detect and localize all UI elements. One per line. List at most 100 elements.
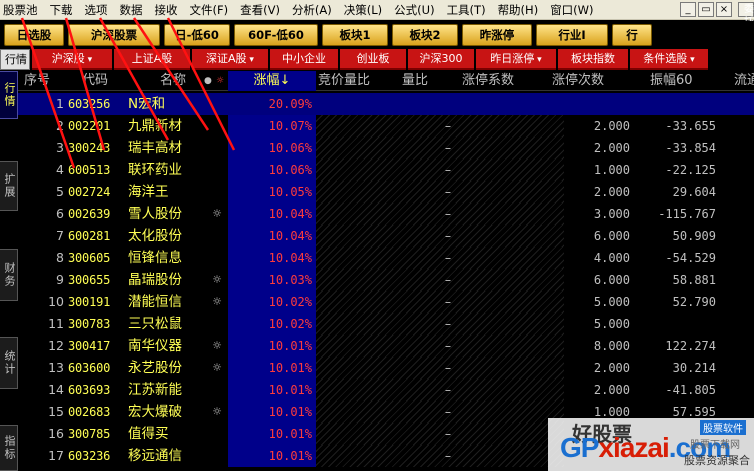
row-limit-times: 3.000 <box>593 207 630 221</box>
col-header-amp60[interactable]: 振幅60 <box>650 71 710 91</box>
toolbar-sector2-button[interactable]: 板块2 <box>392 23 458 46</box>
side-tab-stats[interactable]: 统计 <box>0 337 18 389</box>
row-name: 九鼎新材 <box>128 118 182 134</box>
toolbar-sector1-button[interactable]: 板块1 <box>322 23 388 46</box>
menu-download[interactable]: 下载 <box>44 0 79 20</box>
menu-tools[interactable]: 工具(T) <box>441 0 492 20</box>
tab-quotes[interactable]: 行情 <box>0 49 30 70</box>
table-row[interactable]: 3 300243 瑞丰高材 10.06% – 2.000 -33.854 <box>18 137 754 159</box>
tab-sector-index[interactable]: 板块指数 <box>558 49 628 70</box>
side-tab-quotes[interactable]: 行情 <box>0 71 18 119</box>
row-pct-change: 20.09% <box>268 97 312 111</box>
row-mark-icon <box>210 225 224 247</box>
menu-formula[interactable]: 公式(U) <box>388 0 440 20</box>
table-row[interactable]: 2 002201 九鼎新材 10.07% – 2.000 -33.655 <box>18 115 754 137</box>
row-vol-ratio: – <box>444 184 452 199</box>
toolbar-daily-select-button[interactable]: 日选股 <box>4 23 64 46</box>
menu-receive[interactable]: 接收 <box>149 0 184 20</box>
col-header-float[interactable]: 流通 <box>734 71 754 91</box>
market-tabs: 行情 沪深股 上证A股 深证A股 中小企业 创业板 沪深300 昨日涨停 板块指… <box>0 49 754 70</box>
menu-data[interactable]: 数据 <box>114 0 149 20</box>
table-row[interactable]: 4 600513 联环药业 10.06% – 1.000 -22.125 <box>18 159 754 181</box>
row-code: 603236 <box>68 449 111 463</box>
row-code: 002724 <box>68 185 111 199</box>
row-code: 002683 <box>68 405 111 419</box>
side-tab-finance[interactable]: 财务 <box>0 249 18 301</box>
row-vol-ratio: – <box>444 382 452 397</box>
tab-condition-select[interactable]: 条件选股 <box>630 49 708 70</box>
row-index: 2 <box>56 118 64 133</box>
toolbar-more-button[interactable]: 行 <box>612 23 652 46</box>
row-index: 10 <box>48 294 64 309</box>
row-mark-icon <box>210 313 224 335</box>
menu-analysis[interactable]: 分析(A) <box>286 0 338 20</box>
table-row[interactable]: 11 300783 三只松鼠 10.02% – 5.000 <box>18 313 754 335</box>
col-header-index[interactable]: 序号 <box>24 71 64 91</box>
row-pct-change: 10.04% <box>228 203 316 225</box>
minimize-icon[interactable]: _ <box>680 2 696 17</box>
row-name: 三只松鼠 <box>128 316 182 332</box>
close-icon[interactable]: × <box>716 2 732 17</box>
col-header-limit-times[interactable]: 涨停次数 <box>552 71 626 91</box>
col-header-pct-change[interactable]: 涨幅↓ <box>228 71 316 91</box>
row-code: 603693 <box>68 383 111 397</box>
toolbar-prev-limit-up-button[interactable]: 昨涨停 <box>462 23 532 46</box>
row-vol-ratio: – <box>444 140 452 155</box>
tab-sz-a[interactable]: 深证A股 <box>192 49 268 70</box>
table-row[interactable]: 7 600281 太化股份 10.04% – 6.000 50.909 <box>18 225 754 247</box>
row-name: 恒锋信息 <box>128 250 182 266</box>
tab-hs300[interactable]: 沪深300 <box>408 49 474 70</box>
table-row[interactable]: 10 300191 潜能恒信 ☼ 10.02% – 5.000 52.790 <box>18 291 754 313</box>
restore-icon[interactable]: ▭ <box>698 2 714 17</box>
table-row[interactable]: 8 300605 恒锋信息 10.04% – 4.000 -54.529 <box>18 247 754 269</box>
table-row[interactable]: 5 002724 海洋王 10.05% – 2.000 29.604 <box>18 181 754 203</box>
row-index: 16 <box>48 426 64 441</box>
row-pct-change: 10.05% <box>228 181 316 203</box>
menu-options[interactable]: 选项 <box>79 0 114 20</box>
menu-stock-pool[interactable]: 股票池 <box>0 0 44 20</box>
col-header-bid-ratio[interactable]: 竞价量比 <box>318 71 388 91</box>
tab-sme[interactable]: 中小企业 <box>270 49 338 70</box>
watermark-tag: 股票软件 <box>700 420 746 435</box>
table-row[interactable]: 12 300417 南华仪器 ☼ 10.01% – 8.000 122.274 <box>18 335 754 357</box>
side-tab-indicators[interactable]: 指标 <box>0 425 18 471</box>
watermark-sub1: 股票下载网 <box>690 440 740 451</box>
menu-decision[interactable]: 决策(L) <box>338 0 388 20</box>
menu-view[interactable]: 查看(V) <box>234 0 286 20</box>
row-mark-icon <box>210 181 224 203</box>
tab-chinext[interactable]: 创业板 <box>340 49 406 70</box>
trade-button[interactable]: 委托 <box>738 2 754 28</box>
table-row[interactable]: 13 603600 永艺股份 ☼ 10.01% – 2.000 30.214 <box>18 357 754 379</box>
table-row[interactable]: 14 603693 江苏新能 10.01% – 2.000 -41.805 <box>18 379 754 401</box>
row-vol-ratio: – <box>444 448 452 463</box>
col-header-vol-ratio[interactable]: 量比 <box>402 71 442 91</box>
toolbar-hs-stocks-button[interactable]: 沪深股票 <box>68 23 160 46</box>
col-header-code[interactable]: 代码 <box>82 71 132 91</box>
row-limit-times: 2.000 <box>593 119 630 133</box>
row-amp60: -33.854 <box>665 141 716 155</box>
tab-sh-a[interactable]: 上证A股 <box>114 49 190 70</box>
col-header-limit-coef[interactable]: 涨停系数 <box>462 71 534 91</box>
tab-prev-limit-up[interactable]: 昨日涨停 <box>476 49 556 70</box>
table-row[interactable]: 9 300655 晶瑞股份 ☼ 10.03% – 6.000 58.881 <box>18 269 754 291</box>
row-mark-icon <box>210 93 224 115</box>
menu-file[interactable]: 文件(F) <box>184 0 235 20</box>
mark-icon: ☼ <box>216 76 225 86</box>
table-row[interactable]: 6 002639 雪人股份 ☼ 10.04% – 3.000 -115.767 <box>18 203 754 225</box>
watermark-logo: 好股票 GPxiazai.com 股票软件 股票下载网 股票资源聚合 <box>548 418 754 471</box>
table-row[interactable]: 1 603256 N宏和 20.09% <box>18 93 754 115</box>
row-index: 5 <box>56 184 64 199</box>
menu-window[interactable]: 窗口(W) <box>544 0 599 20</box>
menu-help[interactable]: 帮助(H) <box>492 0 545 20</box>
row-vol-ratio: – <box>444 272 452 287</box>
col-header-name[interactable]: 名称 <box>160 71 200 91</box>
col-header-mark[interactable]: ● <box>204 71 214 91</box>
side-tabs: 行情 扩展 财务 统计 指标 <box>0 71 18 471</box>
row-name: 南华仪器 <box>128 338 182 354</box>
tab-hs-stocks[interactable]: 沪深股 <box>32 49 112 70</box>
toolbar-60f-low60-button[interactable]: 60F-低60 <box>234 23 318 46</box>
toolbar-industry-button[interactable]: 行业Ⅰ <box>536 23 608 46</box>
row-code: 300655 <box>68 273 111 287</box>
toolbar-day-low60-button[interactable]: 日-低60 <box>164 23 230 46</box>
side-tab-extend[interactable]: 扩展 <box>0 161 18 211</box>
